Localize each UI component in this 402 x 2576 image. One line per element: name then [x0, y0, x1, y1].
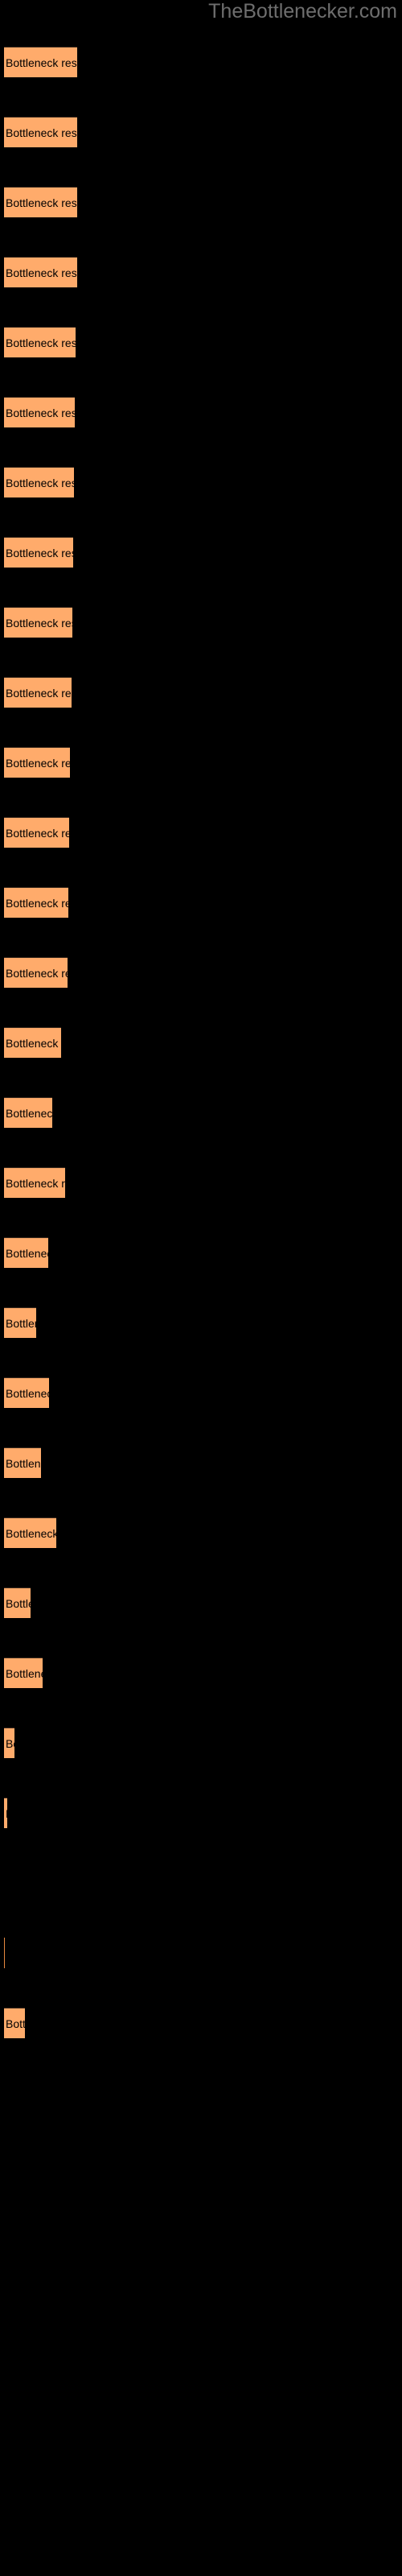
bar[interactable]: Bottleneck result — [4, 1657, 43, 1688]
bar[interactable]: Bottleneck result — [4, 747, 70, 778]
bar[interactable]: Bottleneck result — [4, 817, 69, 848]
bar-label: Bottleneck result — [6, 1247, 48, 1260]
bar-label: Bottleneck result — [6, 336, 76, 349]
bar-label: Bottleneck result — [6, 967, 68, 980]
bar[interactable]: Bottleneck result — [4, 1447, 41, 1478]
bar-label: Bottleneck result — [6, 1457, 41, 1470]
bar[interactable]: Bottleneck result — [4, 1027, 61, 1058]
bar-label: Bottleneck result — [6, 1317, 36, 1330]
bar-label: Bottleneck result — [6, 1107, 52, 1120]
bar-label: Bottleneck result — [6, 687, 72, 700]
bar-label: Bottleneck result — [6, 617, 72, 630]
bottleneck-chart-page: TheBottlenecker.com Bottleneck resultBot… — [0, 0, 402, 2576]
bar[interactable]: Bottleneck result — [4, 1307, 36, 1338]
bar[interactable]: Bottleneck result — [4, 187, 77, 217]
bar-label: Bottleneck result — [6, 1805, 7, 1823]
bar-label: Bottleneck result — [6, 1177, 65, 1190]
bar[interactable]: Bottleneck result — [4, 117, 77, 147]
bar[interactable]: Bottleneck result — [4, 1167, 65, 1198]
bar-label: Bottleneck result — [6, 266, 77, 279]
bar-label: Bottleneck result — [6, 1037, 61, 1050]
bar[interactable]: Bottleneck result — [4, 607, 72, 638]
bar[interactable]: Bottleneck result — [4, 467, 74, 497]
bar-label: Bottleneck result — [6, 407, 75, 419]
bar-label: Bottleneck result — [6, 196, 77, 209]
bar[interactable]: Bottleneck result — [4, 887, 68, 918]
bar[interactable]: Bottleneck result — [4, 327, 76, 357]
bar-label: Bottleneck result — [6, 897, 68, 910]
bar-label: Bottleneck result — [6, 1667, 43, 1680]
bar[interactable]: Bottleneck result — [4, 257, 77, 287]
bar-label: Bottleneck result — [6, 757, 70, 770]
bar[interactable]: Bottleneck result — [4, 1587, 31, 1618]
bar-label: Bottleneck result — [6, 126, 77, 139]
bar[interactable]: Bottleneck result — [4, 1237, 48, 1268]
bar-label: Bottleneck result — [6, 1597, 31, 1610]
bar-label: Bottleneck result — [6, 56, 77, 69]
bar[interactable]: Bottleneck result — [4, 537, 73, 568]
bar-label: Bottleneck result — [6, 1387, 49, 1400]
bar[interactable]: Bottleneck result — [4, 1798, 7, 1828]
bar[interactable]: Bottleneck result — [4, 1097, 52, 1128]
bar-label: Bottleneck result — [6, 1737, 14, 1750]
bar[interactable]: Bottleneck result — [4, 1938, 5, 1968]
bar-label: Bottleneck result — [6, 827, 69, 840]
bar-label: Bottleneck result — [6, 2017, 25, 2030]
bar-label: Bottleneck result — [6, 1527, 56, 1540]
bar-label: Bottleneck result — [6, 477, 74, 489]
bar[interactable]: Bottleneck result — [4, 2008, 25, 2038]
bar[interactable]: Bottleneck result — [4, 1377, 49, 1408]
bar[interactable]: Bottleneck result — [4, 1728, 14, 1758]
bar[interactable]: Bottleneck result — [4, 957, 68, 988]
bar-label: Bottleneck result — [6, 547, 73, 559]
bar[interactable]: Bottleneck result — [4, 1517, 56, 1548]
bar[interactable]: Bottleneck result — [4, 397, 75, 427]
bar[interactable]: Bottleneck result — [4, 47, 77, 77]
bar-chart: Bottleneck result Bottleneck result Bottle… — [0, 0, 402, 2576]
bar[interactable]: Bottleneck result — [4, 677, 72, 708]
